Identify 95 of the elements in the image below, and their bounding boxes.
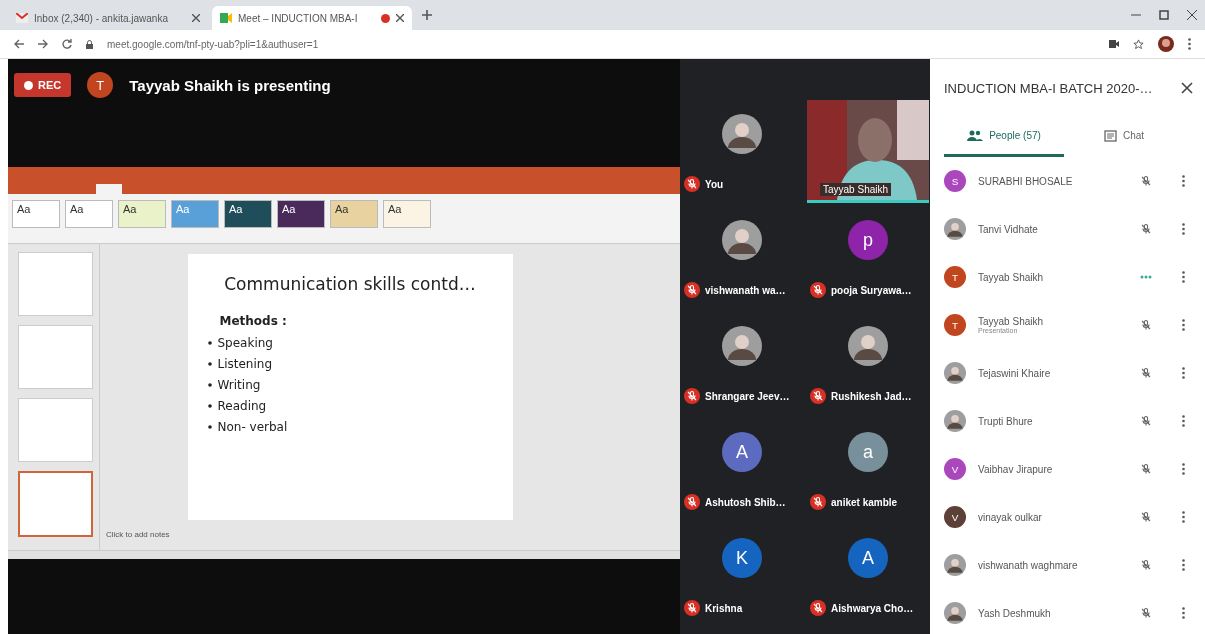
theme-thumbnail[interactable]: Aa — [277, 200, 325, 228]
avatar: A — [722, 432, 762, 472]
close-icon[interactable] — [192, 14, 200, 22]
profile-avatar[interactable] — [1158, 36, 1174, 52]
participant-name: Yash Deshmukh — [978, 607, 1052, 619]
participant-name: Tayyab Shaikh — [978, 316, 1045, 327]
star-icon[interactable] — [1133, 38, 1144, 50]
slide-thumbnail[interactable] — [18, 252, 93, 316]
presenting-label: Tayyab Shaikh is presenting — [129, 76, 331, 94]
avatar — [944, 218, 966, 240]
avatar — [848, 326, 888, 366]
forward-icon[interactable] — [38, 39, 48, 49]
participant-name: You — [705, 178, 724, 190]
avatar — [722, 220, 762, 260]
avatar: S — [944, 170, 966, 192]
participant-name: Aishwarya Cho… — [831, 602, 914, 614]
meeting-title: INDUCTION MBA-I BATCH 2020-… — [944, 80, 1154, 96]
participant-name: vishwanath waghmare — [978, 559, 1079, 571]
bullet-text: Writing — [217, 378, 261, 392]
avatar — [944, 362, 966, 384]
more-icon — [1182, 559, 1185, 571]
participant-name: vishwanath wa… — [705, 284, 786, 296]
participant-name: Trupti Bhure — [978, 415, 1034, 427]
new-tab-icon[interactable] — [422, 10, 432, 20]
more-icon — [1182, 511, 1185, 523]
avatar — [722, 326, 762, 366]
people-icon — [967, 130, 984, 141]
avatar — [944, 554, 966, 576]
participant-name: Rushikesh Jad… — [831, 390, 912, 402]
avatar: p — [848, 220, 888, 260]
mail-icon — [16, 13, 28, 23]
avatar: V — [944, 458, 966, 480]
participant-name: Tayyab Shaikh — [978, 271, 1045, 283]
more-icon — [1182, 607, 1185, 619]
more-icon — [1182, 271, 1185, 283]
slide-title: Communication skills contd… — [223, 274, 477, 294]
theme-thumbnail[interactable]: Aa — [224, 200, 272, 228]
more-icon — [1182, 319, 1185, 331]
avatar: K — [722, 538, 762, 578]
more-icon — [1182, 463, 1185, 475]
avatar: a — [848, 432, 888, 472]
participant-name: Tanvi Vidhate — [978, 223, 1039, 235]
participant-name: SURABHI BHOSALE — [978, 175, 1074, 187]
slide-thumbnail[interactable] — [18, 325, 93, 389]
panel-tab[interactable]: People (57) — [944, 117, 1064, 157]
theme-thumbnail[interactable]: Aa — [383, 200, 431, 228]
avatar — [944, 602, 966, 624]
theme-thumbnail[interactable]: Aa — [12, 200, 60, 228]
more-icon — [1182, 367, 1185, 379]
slide-thumbnail[interactable] — [18, 471, 93, 537]
avatar: T — [944, 266, 966, 288]
bullet-text: Listening — [217, 357, 273, 371]
avatar: A — [848, 538, 888, 578]
avatar — [944, 410, 966, 432]
presenter-avatar: T — [87, 72, 114, 98]
close-icon[interactable] — [1187, 10, 1197, 20]
participant-name: Vaibhav Jirapure — [978, 463, 1054, 475]
theme-thumbnail[interactable]: Aa — [118, 200, 166, 228]
participant-name: Shrangare Jeev… — [705, 390, 790, 402]
panel-tab[interactable]: Chat — [1064, 117, 1184, 157]
theme-thumbnail[interactable]: Aa — [65, 200, 113, 228]
address-field[interactable]: meet.google.com/tnf-pty-uab?pli=1&authuser=1 — [107, 38, 1095, 50]
more-icon — [1182, 175, 1185, 187]
participant-name: aniket kamble — [831, 496, 898, 508]
reload-icon[interactable] — [62, 39, 72, 49]
browser-tab[interactable]: Inbox (2,340) - ankita.jawanka — [8, 6, 208, 30]
chat-icon — [1103, 129, 1117, 142]
camera-icon[interactable] — [1109, 40, 1119, 48]
slide-thumbnail[interactable] — [18, 398, 93, 462]
back-icon[interactable] — [14, 39, 24, 49]
avatar — [722, 114, 762, 154]
recording-badge: REC — [14, 73, 72, 97]
avatar: T — [944, 314, 966, 336]
theme-thumbnail[interactable]: Aa — [330, 200, 378, 228]
restore-icon[interactable] — [1159, 10, 1169, 20]
participant-name: pooja Suryawa… — [831, 284, 912, 296]
participant-name: Ashutosh Shib… — [705, 496, 786, 508]
browser-tab[interactable]: Meet – INDUCTION MBA-I — [212, 6, 412, 30]
bullet-text: Non- verbal — [217, 420, 288, 434]
avatar: V — [944, 506, 966, 528]
participant-name: vinayak oulkar — [978, 511, 1043, 523]
camera-icon — [220, 13, 232, 23]
close-icon[interactable] — [396, 14, 404, 22]
participant-name: Krishna — [705, 602, 743, 614]
participant-name: Tayyab Shaikh — [820, 183, 892, 196]
bullet-text: Reading — [217, 399, 267, 413]
more-icon — [1182, 415, 1185, 427]
more-icon — [1182, 223, 1185, 235]
bullet-text: Speaking — [217, 336, 273, 350]
menu-icon[interactable] — [1188, 38, 1191, 50]
slide-heading: Methods : — [219, 314, 288, 328]
lock-icon — [86, 39, 93, 49]
close-icon — [1181, 82, 1193, 94]
participant-name: Tejaswini Khaire — [978, 367, 1052, 379]
notes-placeholder[interactable]: Click to add notes — [106, 530, 170, 539]
